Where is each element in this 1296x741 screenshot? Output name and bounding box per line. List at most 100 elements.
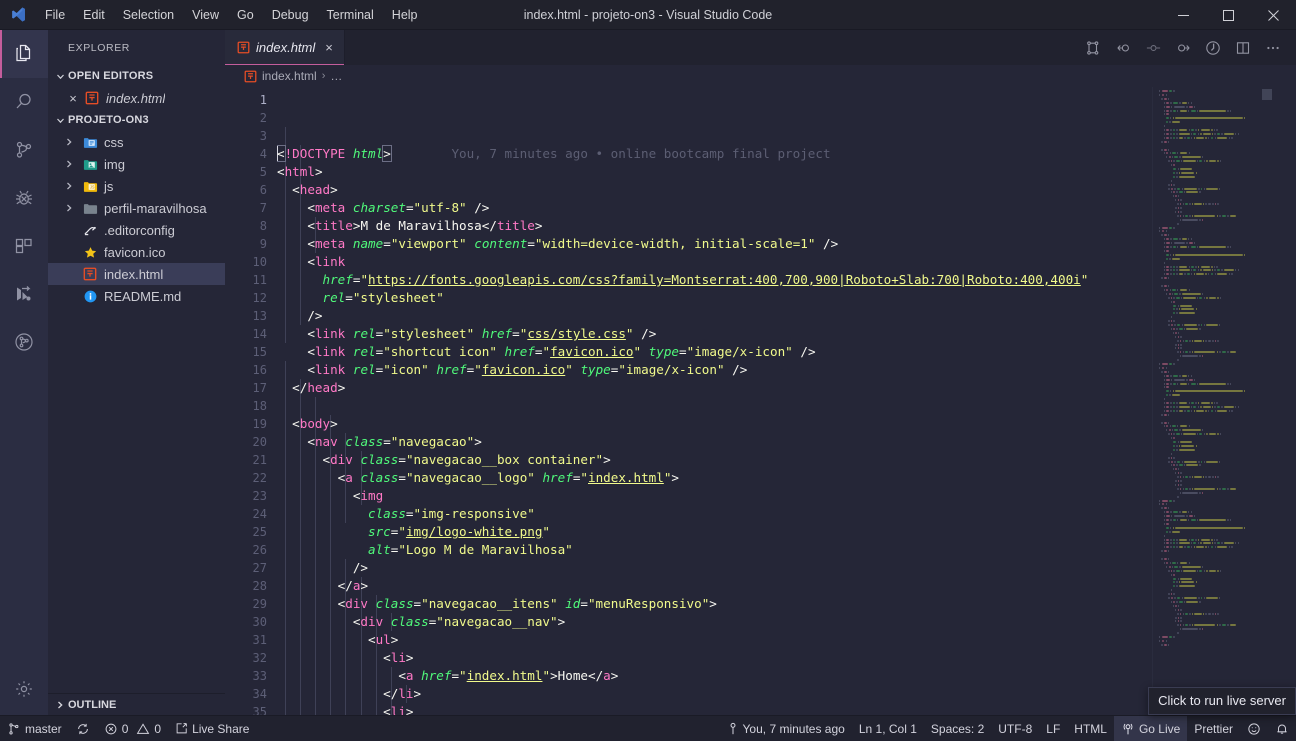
status-feedback[interactable] <box>1240 716 1268 741</box>
code-line[interactable]: <div class="navegacao__nav"> <box>277 613 1152 631</box>
code-line[interactable]: </head> <box>277 379 1152 397</box>
code-line[interactable]: </a> <box>277 577 1152 595</box>
tree-item-img[interactable]: img <box>48 153 225 175</box>
line-number: 27 <box>252 561 267 575</box>
menu-debug[interactable]: Debug <box>263 4 318 26</box>
activitybar-item-gitlens[interactable] <box>0 318 48 366</box>
code-line[interactable]: /> <box>277 559 1152 577</box>
tree-item-js[interactable]: JS js <box>48 175 225 197</box>
status-problems[interactable]: 0 0 <box>97 716 168 741</box>
code-line[interactable]: <title>M de Maravilhosa</title> <box>277 217 1152 235</box>
minimap-line <box>1199 433 1203 436</box>
split-compare-icon[interactable] <box>1078 30 1108 65</box>
close-icon[interactable]: × <box>325 40 333 55</box>
code-line[interactable]: href="https://fonts.googleapis.com/css?f… <box>277 271 1152 289</box>
code-line[interactable]: <div class="navegacao__itens" id="menuRe… <box>277 595 1152 613</box>
tab-index-html[interactable]: index.html × <box>225 30 345 65</box>
activitybar-item-debug[interactable] <box>0 174 48 222</box>
menu-view[interactable]: View <box>183 4 228 26</box>
minimap-line <box>1172 109 1176 112</box>
activitybar-item-settings[interactable] <box>0 665 48 713</box>
menu-file[interactable]: File <box>36 4 74 26</box>
tree-item-index-html[interactable]: index.html <box>48 263 225 285</box>
activitybar-item-search[interactable] <box>0 78 48 126</box>
code-content[interactable]: <!DOCTYPE html> You, 7 minutes ago • onl… <box>277 87 1152 715</box>
activitybar-item-live-share[interactable] <box>0 270 48 318</box>
tree-item-perfil-maravilhosa[interactable]: perfil-maravilhosa <box>48 197 225 219</box>
code-line[interactable]: <!DOCTYPE html> You, 7 minutes ago • onl… <box>277 145 1152 163</box>
code-line[interactable]: <body> <box>277 415 1152 433</box>
code-line[interactable]: <meta charset="utf-8" /> <box>277 199 1152 217</box>
split-editor-icon[interactable] <box>1228 30 1258 65</box>
open-editor-index-html[interactable]: × index.html <box>48 87 225 109</box>
status-git-blame[interactable]: You, 7 minutes ago <box>720 716 852 741</box>
code-line[interactable]: <li> <box>277 703 1152 715</box>
code-line[interactable]: <nav class="navegacao"> <box>277 433 1152 451</box>
tree-item-css[interactable]: css <box>48 131 225 153</box>
minimap-line <box>1190 374 1192 377</box>
code-line[interactable]: <ul> <box>277 631 1152 649</box>
editor-scrollbar[interactable] <box>1282 87 1296 715</box>
code-line[interactable]: <li> <box>277 649 1152 667</box>
status-notifications[interactable] <box>1268 716 1296 741</box>
code-line[interactable]: <link rel="stylesheet" href="css/style.c… <box>277 325 1152 343</box>
code-line[interactable]: <link rel="icon" href="favicon.ico" type… <box>277 361 1152 379</box>
status-sync-changes[interactable] <box>69 716 97 741</box>
code-line[interactable]: <div class="navegacao__box container"> <box>277 451 1152 469</box>
code-line[interactable]: alt="Logo M de Maravilhosa" <box>277 541 1152 559</box>
code-line[interactable]: /> <box>277 307 1152 325</box>
activitybar-item-extensions[interactable] <box>0 222 48 270</box>
status-encoding[interactable]: UTF-8 <box>991 716 1039 741</box>
code-line[interactable]: <a href="index.html">Home</a> <box>277 667 1152 685</box>
code-line[interactable]: class="img-responsive" <box>277 505 1152 523</box>
code-line[interactable]: <head> <box>277 181 1152 199</box>
close-icon[interactable]: × <box>64 91 82 106</box>
menu-help[interactable]: Help <box>383 4 427 26</box>
menu-terminal[interactable]: Terminal <box>318 4 383 26</box>
menu-selection[interactable]: Selection <box>114 4 183 26</box>
status-indentation[interactable]: Spaces: 2 <box>924 716 991 741</box>
tree-item-readme-md[interactable]: README.md <box>48 285 225 307</box>
section-project[interactable]: PROJETO-ON3 <box>48 109 225 131</box>
status-live-share[interactable]: Live Share <box>168 716 256 741</box>
code-line[interactable]: src="img/logo-white.png" <box>277 523 1152 541</box>
code-line[interactable]: <html> <box>277 163 1152 181</box>
step-dot-icon[interactable] <box>1138 30 1168 65</box>
activitybar-item-explorer[interactable] <box>0 30 48 78</box>
minimize-button[interactable] <box>1161 0 1206 30</box>
status-language-mode[interactable]: HTML <box>1067 716 1114 741</box>
code-line[interactable]: <link rel="shortcut icon" href="favicon.… <box>277 343 1152 361</box>
status-go-live[interactable]: Go Live <box>1113 715 1188 741</box>
breadcrumb-more[interactable]: … <box>330 69 342 83</box>
code-editor[interactable]: 1 2 3 4 5 6 7 8 9 10 11 12 13 14 15 16 17 18 19 20 21 22 23 24 2… <box>225 87 1296 715</box>
tree-item-editorconfig[interactable]: .editorconfig <box>48 219 225 241</box>
minimap-slider[interactable] <box>1262 89 1272 100</box>
close-button[interactable] <box>1251 0 1296 30</box>
breadcrumb-file[interactable]: index.html <box>262 69 317 83</box>
menu-go[interactable]: Go <box>228 4 263 26</box>
sync-icon <box>76 722 90 736</box>
code-line[interactable]: <meta name="viewport" content="width=dev… <box>277 235 1152 253</box>
code-line[interactable]: <a class="navegacao__logo" href="index.h… <box>277 469 1152 487</box>
minimap-line <box>1161 503 1165 506</box>
step-back-icon[interactable] <box>1108 30 1138 65</box>
status-eol[interactable]: LF <box>1039 716 1067 741</box>
activitybar-item-source-control[interactable] <box>0 126 48 174</box>
code-line[interactable]: rel="stylesheet" <box>277 289 1152 307</box>
status-cursor-position[interactable]: Ln 1, Col 1 <box>852 716 924 741</box>
clock-icon[interactable] <box>1198 30 1228 65</box>
status-git-branch[interactable]: master <box>0 716 69 741</box>
minimap[interactable] <box>1152 87 1282 715</box>
status-prettier[interactable]: Prettier <box>1187 716 1240 741</box>
code-line[interactable] <box>277 397 1152 415</box>
code-line[interactable]: <img <box>277 487 1152 505</box>
step-forward-icon[interactable] <box>1168 30 1198 65</box>
section-open-editors[interactable]: OPEN EDITORS <box>48 65 225 87</box>
code-line[interactable]: </li> <box>277 685 1152 703</box>
code-line[interactable]: <link <box>277 253 1152 271</box>
maximize-button[interactable] <box>1206 0 1251 30</box>
menu-edit[interactable]: Edit <box>74 4 114 26</box>
more-actions-icon[interactable] <box>1258 30 1288 65</box>
tree-item-favicon-ico[interactable]: favicon.ico <box>48 241 225 263</box>
section-outline[interactable]: OUTLINE <box>48 693 225 715</box>
